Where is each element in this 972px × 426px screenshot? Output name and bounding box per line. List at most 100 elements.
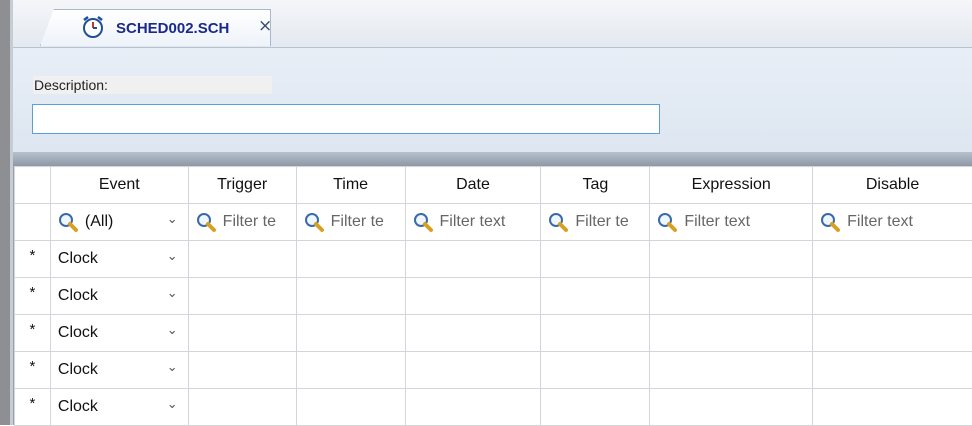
event-value: Clock bbox=[58, 287, 98, 305]
window-frame-left bbox=[0, 0, 10, 425]
event-value: Clock bbox=[58, 361, 98, 379]
disable-cell[interactable] bbox=[813, 278, 972, 315]
time-cell[interactable] bbox=[296, 352, 405, 389]
chevron-down-icon[interactable]: ⌄ bbox=[167, 212, 178, 227]
disable-cell[interactable] bbox=[813, 389, 972, 426]
table-row: * Clock ⌄ bbox=[15, 241, 972, 278]
new-row-marker[interactable]: * bbox=[15, 315, 51, 352]
event-cell-dropdown[interactable]: Clock ⌄ bbox=[50, 315, 188, 352]
table-row: * Clock ⌄ bbox=[15, 389, 972, 426]
date-cell[interactable] bbox=[405, 352, 541, 389]
time-cell[interactable] bbox=[296, 389, 405, 426]
chevron-down-icon[interactable]: ⌄ bbox=[167, 249, 178, 264]
date-cell[interactable] bbox=[405, 389, 541, 426]
table-row: * Clock ⌄ bbox=[15, 352, 972, 389]
filter-placeholder: Filter te bbox=[331, 213, 384, 231]
description-input[interactable] bbox=[32, 104, 660, 134]
magnifier-icon bbox=[195, 211, 217, 233]
schedule-table: Event Trigger Time Date Tag Expression D… bbox=[14, 166, 972, 426]
tag-cell[interactable] bbox=[541, 389, 650, 426]
trigger-cell[interactable] bbox=[188, 389, 296, 426]
date-filter-input[interactable]: Filter text bbox=[405, 204, 541, 241]
column-header-date[interactable]: Date bbox=[405, 167, 541, 204]
event-filter-value: (All) bbox=[85, 213, 113, 231]
expression-filter-input[interactable]: Filter text bbox=[650, 204, 813, 241]
magnifier-icon bbox=[412, 211, 434, 233]
column-header-tag[interactable]: Tag bbox=[541, 167, 650, 204]
disable-filter-input[interactable]: Filter text bbox=[813, 204, 972, 241]
chevron-down-icon[interactable]: ⌄ bbox=[167, 397, 178, 412]
filter-placeholder: Filter text bbox=[684, 213, 750, 231]
filter-placeholder: Filter text bbox=[440, 213, 506, 231]
trigger-cell[interactable] bbox=[188, 315, 296, 352]
magnifier-icon bbox=[819, 211, 841, 233]
time-cell[interactable] bbox=[296, 315, 405, 352]
trigger-filter-input[interactable]: Filter te bbox=[188, 204, 296, 241]
tag-cell[interactable] bbox=[541, 241, 650, 278]
description-label: Description: bbox=[33, 76, 272, 94]
expression-cell[interactable] bbox=[650, 389, 813, 426]
column-header-trigger[interactable]: Trigger bbox=[188, 167, 296, 204]
chevron-down-icon[interactable]: ⌄ bbox=[167, 323, 178, 338]
event-cell-dropdown[interactable]: Clock ⌄ bbox=[50, 241, 188, 278]
filter-placeholder: Filter te bbox=[223, 213, 276, 231]
table-row: * Clock ⌄ bbox=[15, 315, 972, 352]
table-row: * Clock ⌄ bbox=[15, 278, 972, 315]
event-value: Clock bbox=[58, 398, 98, 416]
magnifier-icon bbox=[656, 211, 678, 233]
magnifier-icon bbox=[303, 211, 325, 233]
magnifier-icon bbox=[57, 211, 79, 233]
date-cell[interactable] bbox=[405, 278, 541, 315]
chevron-down-icon[interactable]: ⌄ bbox=[167, 286, 178, 301]
time-cell[interactable] bbox=[296, 241, 405, 278]
tab-title: SCHED002.SCH bbox=[116, 20, 229, 37]
filter-row-selector bbox=[15, 204, 51, 241]
column-header-disable[interactable]: Disable bbox=[813, 167, 972, 204]
row-selector-header bbox=[15, 167, 51, 204]
tag-cell[interactable] bbox=[541, 315, 650, 352]
event-value: Clock bbox=[58, 250, 98, 268]
event-cell-dropdown[interactable]: Clock ⌄ bbox=[50, 389, 188, 426]
tag-cell[interactable] bbox=[541, 278, 650, 315]
event-value: Clock bbox=[58, 324, 98, 342]
disable-cell[interactable] bbox=[813, 315, 972, 352]
splitter[interactable] bbox=[13, 152, 972, 166]
disable-cell[interactable] bbox=[813, 241, 972, 278]
filter-row: (All) ⌄ Filter te Filter te Filter text … bbox=[15, 204, 972, 241]
column-header-event[interactable]: Event bbox=[50, 167, 188, 204]
expression-cell[interactable] bbox=[650, 278, 813, 315]
filter-placeholder: Filter text bbox=[847, 213, 913, 231]
document-tab[interactable]: SCHED002.SCH × bbox=[40, 9, 271, 46]
new-row-marker[interactable]: * bbox=[15, 352, 51, 389]
new-row-marker[interactable]: * bbox=[15, 241, 51, 278]
trigger-cell[interactable] bbox=[188, 241, 296, 278]
new-row-marker[interactable]: * bbox=[15, 278, 51, 315]
close-icon[interactable]: × bbox=[258, 16, 272, 36]
date-cell[interactable] bbox=[405, 315, 541, 352]
tag-cell[interactable] bbox=[541, 352, 650, 389]
event-cell-dropdown[interactable]: Clock ⌄ bbox=[50, 352, 188, 389]
expression-cell[interactable] bbox=[650, 241, 813, 278]
alarm-clock-icon bbox=[80, 14, 106, 40]
event-cell-dropdown[interactable]: Clock ⌄ bbox=[50, 278, 188, 315]
time-filter-input[interactable]: Filter te bbox=[296, 204, 405, 241]
trigger-cell[interactable] bbox=[188, 278, 296, 315]
magnifier-icon bbox=[547, 211, 569, 233]
column-header-expression[interactable]: Expression bbox=[650, 167, 813, 204]
column-header-time[interactable]: Time bbox=[296, 167, 405, 204]
schedule-grid: Event Trigger Time Date Tag Expression D… bbox=[13, 166, 972, 425]
expression-cell[interactable] bbox=[650, 315, 813, 352]
disable-cell[interactable] bbox=[813, 352, 972, 389]
filter-placeholder: Filter te bbox=[575, 213, 628, 231]
header-row: Event Trigger Time Date Tag Expression D… bbox=[15, 167, 972, 204]
time-cell[interactable] bbox=[296, 278, 405, 315]
trigger-cell[interactable] bbox=[188, 352, 296, 389]
expression-cell[interactable] bbox=[650, 352, 813, 389]
tag-filter-input[interactable]: Filter te bbox=[541, 204, 650, 241]
description-panel: Description: bbox=[13, 48, 972, 152]
event-filter-dropdown[interactable]: (All) ⌄ bbox=[50, 204, 188, 241]
date-cell[interactable] bbox=[405, 241, 541, 278]
document-tab-strip: SCHED002.SCH × bbox=[13, 0, 972, 48]
chevron-down-icon[interactable]: ⌄ bbox=[167, 360, 178, 375]
new-row-marker[interactable]: * bbox=[15, 389, 51, 426]
